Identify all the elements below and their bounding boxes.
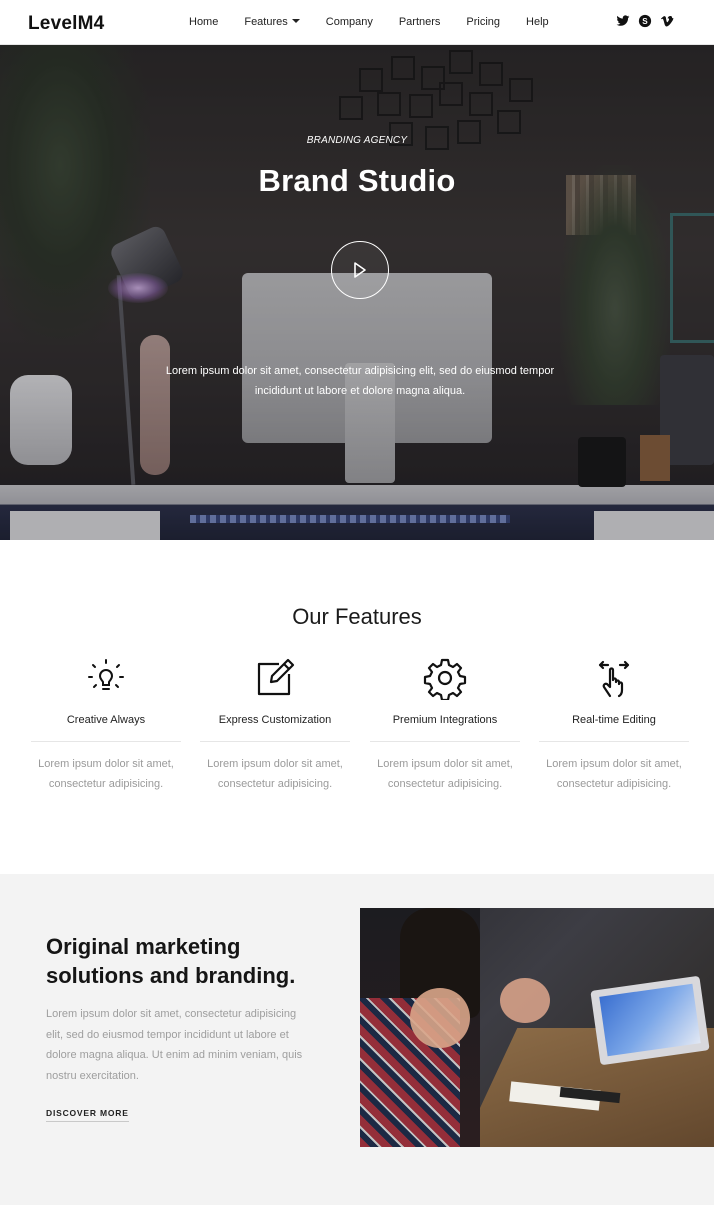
touch-swipe-icon bbox=[598, 660, 630, 698]
feature-name: Creative Always bbox=[66, 714, 146, 726]
feature-name: Real-time Editing bbox=[572, 714, 656, 726]
svg-text:S: S bbox=[642, 17, 648, 26]
features-title: Our Features bbox=[292, 604, 422, 629]
nav-item-pricing[interactable]: Pricing bbox=[466, 16, 500, 28]
nav-item-home[interactable]: Home bbox=[189, 16, 218, 28]
nav-item-features-label: Features bbox=[244, 16, 288, 28]
marketing-title: Original marketing solutions and brandin… bbox=[46, 934, 296, 988]
nav-item-help[interactable]: Help bbox=[526, 16, 549, 28]
marketing-photo bbox=[360, 908, 714, 1147]
feature-description: Lorem ipsum dolor sit amet, consectetur … bbox=[38, 758, 174, 790]
feature-divider bbox=[31, 741, 181, 742]
feature-item: Real-time Editing Lorem ipsum dolor sit … bbox=[539, 656, 689, 794]
feature-description: Lorem ipsum dolor sit amet, consectetur … bbox=[377, 758, 513, 790]
marketing-section: Original marketing solutions and brandin… bbox=[0, 874, 714, 1205]
feature-divider bbox=[200, 741, 350, 742]
feature-name: Express Customization bbox=[218, 714, 332, 726]
gear-icon bbox=[423, 658, 467, 700]
logo[interactable]: LevelM4 bbox=[28, 13, 104, 35]
nav-item-company[interactable]: Company bbox=[326, 16, 373, 28]
caret-down-icon bbox=[291, 19, 300, 23]
hero-subtitle: BRANDING AGENCY bbox=[306, 135, 408, 146]
feature-divider bbox=[370, 741, 520, 742]
lightbulb-icon bbox=[88, 659, 124, 690]
nav-item-partners[interactable]: Partners bbox=[399, 16, 441, 28]
feature-divider bbox=[539, 741, 689, 742]
feature-item: Express Customization Lorem ipsum dolor … bbox=[200, 656, 350, 794]
feature-description: Lorem ipsum dolor sit amet, consectetur … bbox=[546, 758, 682, 790]
main-menu: Home Features Company Partners Pricing H… bbox=[189, 16, 549, 28]
feature-item: Premium Integrations Lorem ipsum dolor s… bbox=[370, 656, 520, 794]
feature-description: Lorem ipsum dolor sit amet, consectetur … bbox=[207, 758, 343, 790]
vimeo-icon[interactable] bbox=[660, 14, 674, 30]
photo-hand bbox=[500, 978, 550, 1023]
photo-hand bbox=[410, 988, 470, 1048]
skype-icon[interactable]: S bbox=[638, 14, 652, 30]
feature-item: Creative Always Lorem ipsum dolor sit am… bbox=[31, 656, 181, 794]
twitter-icon[interactable] bbox=[616, 14, 630, 30]
play-icon bbox=[354, 262, 366, 278]
navbar: LevelM4 Home Features Company Partners P… bbox=[0, 0, 714, 45]
hero-section: BRANDING AGENCY Brand Studio Lorem ipsum… bbox=[0, 45, 714, 540]
feature-name: Premium Integrations bbox=[392, 714, 498, 726]
nav-item-features[interactable]: Features bbox=[244, 16, 300, 28]
edit-icon bbox=[257, 658, 295, 696]
play-video-button[interactable] bbox=[331, 241, 389, 299]
discover-more-link[interactable]: DISCOVER MORE bbox=[46, 1108, 129, 1122]
social-links: S bbox=[616, 14, 674, 30]
hero-title: Brand Studio bbox=[258, 163, 456, 198]
marketing-text: Lorem ipsum dolor sit amet, consectetur … bbox=[46, 1008, 303, 1082]
hero-description: Lorem ipsum dolor sit amet, consectetur … bbox=[165, 365, 555, 397]
